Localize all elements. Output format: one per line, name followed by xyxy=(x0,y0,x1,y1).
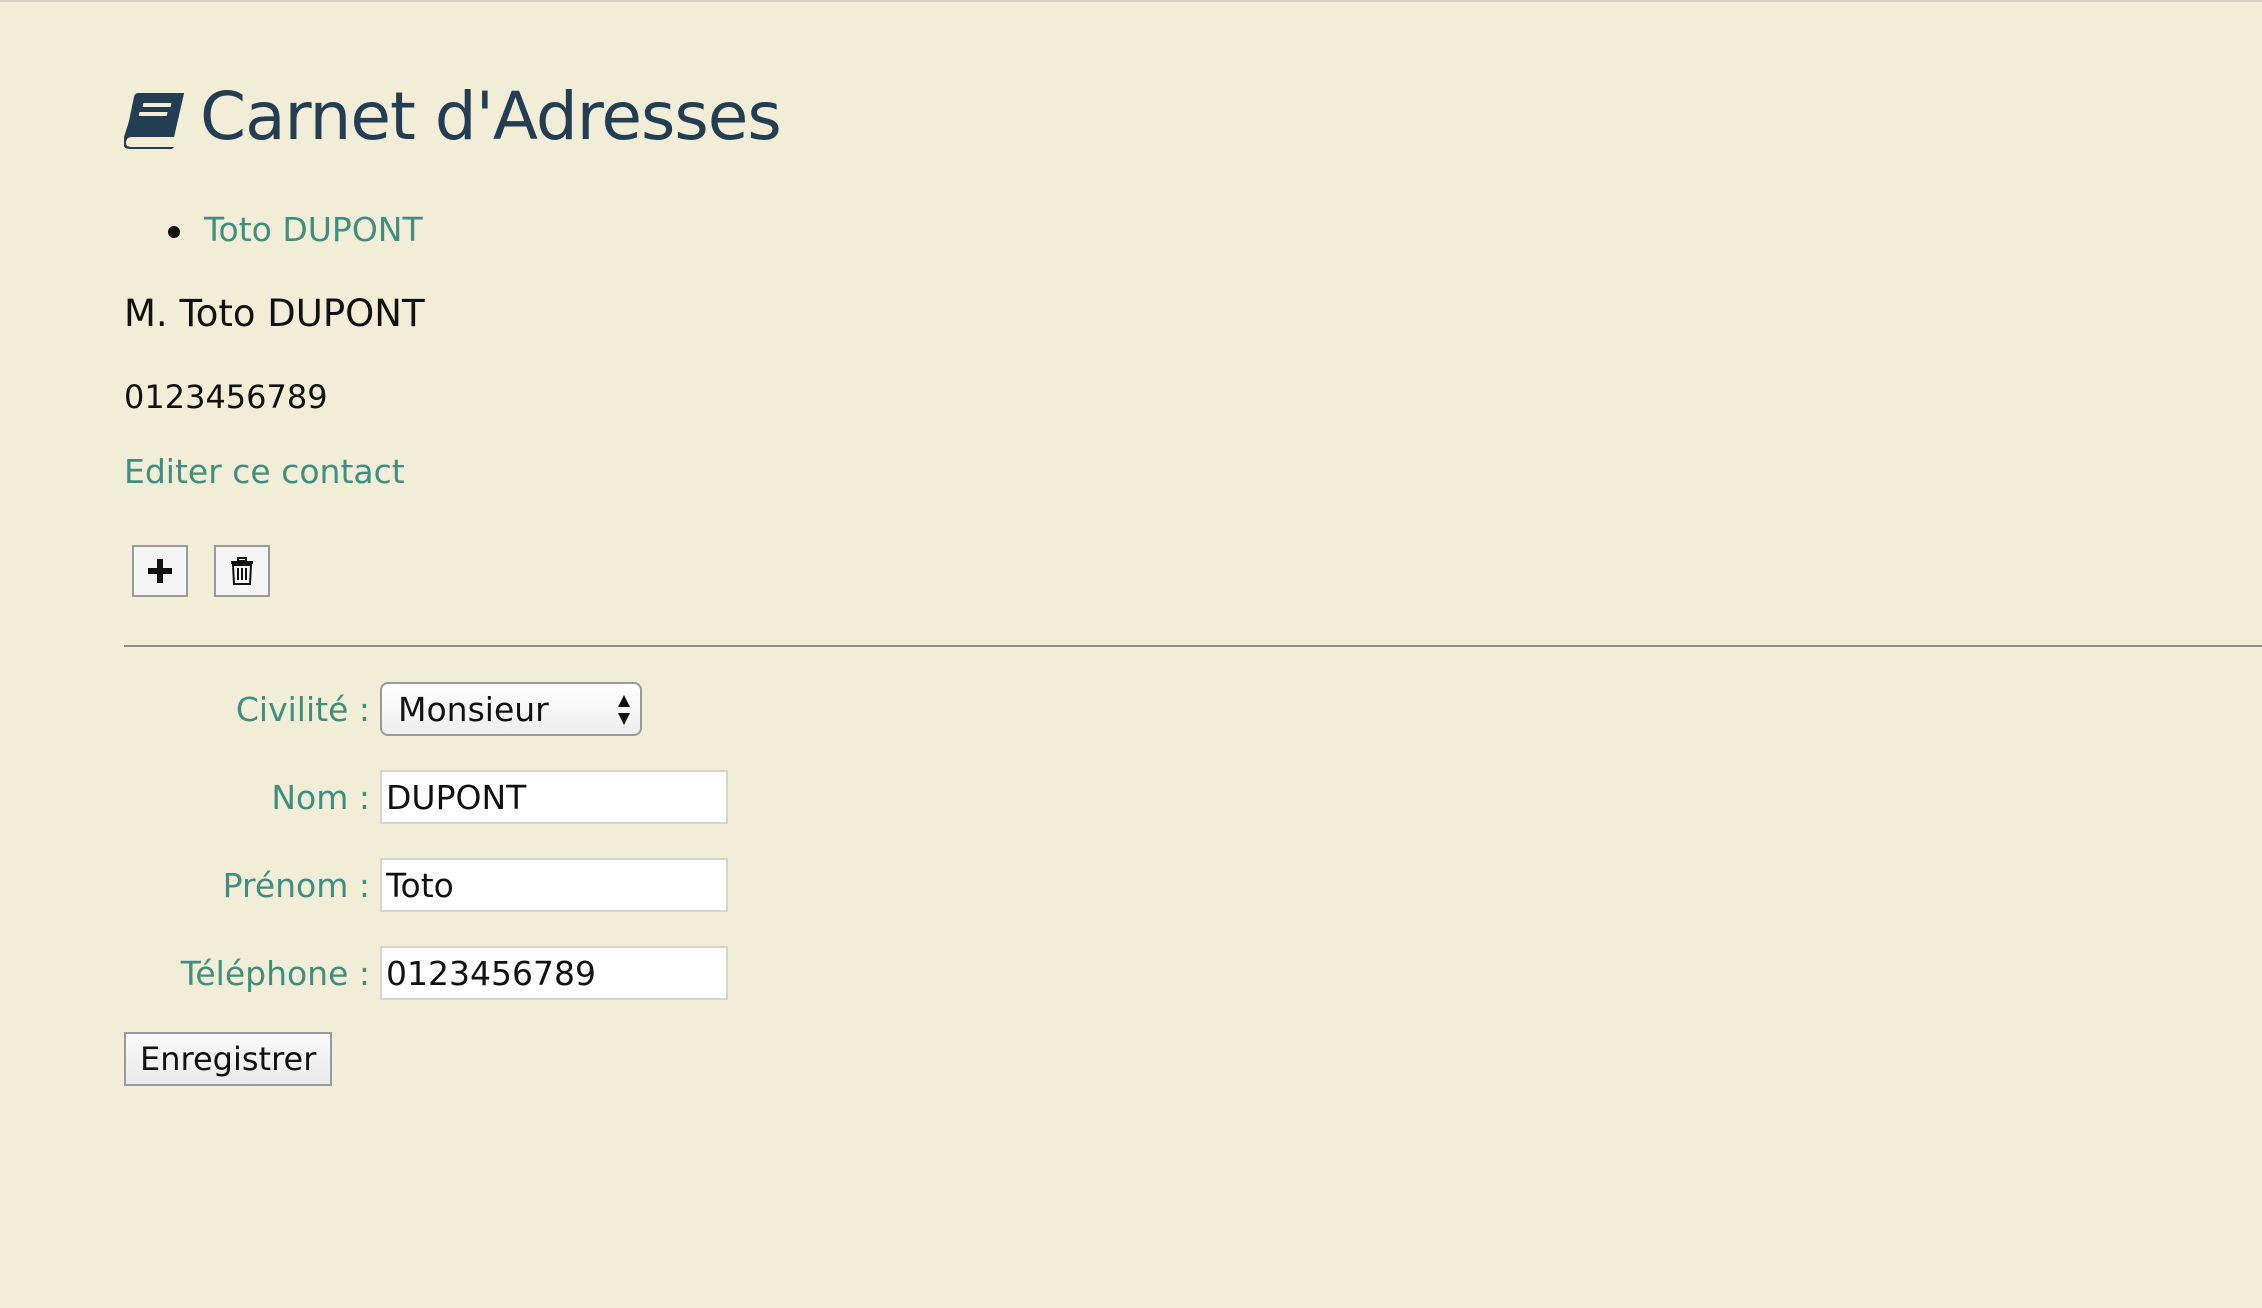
plus-icon xyxy=(148,559,172,583)
divider xyxy=(124,645,2262,647)
nom-label: Nom : xyxy=(271,777,370,817)
page-title: Carnet d'Adresses xyxy=(123,78,782,155)
civilite-row: Civilité : Monsieur xyxy=(124,682,642,736)
prenom-input[interactable] xyxy=(380,858,728,912)
contact-link[interactable]: Toto DUPONT xyxy=(204,210,423,249)
civilite-label: Civilité : xyxy=(235,689,370,729)
telephone-label: Téléphone : xyxy=(180,953,370,993)
prenom-label: Prénom : xyxy=(222,865,370,905)
book-icon xyxy=(123,88,186,149)
select-arrows-icon xyxy=(618,695,630,725)
nom-row: Nom : xyxy=(124,770,728,824)
trash-icon xyxy=(231,557,253,585)
add-contact-button[interactable] xyxy=(132,545,188,597)
civilite-select[interactable]: Monsieur xyxy=(380,682,642,736)
contact-list: Toto DUPONT xyxy=(124,206,423,254)
contact-name: M. Toto DUPONT xyxy=(124,292,425,335)
list-item: Toto DUPONT xyxy=(124,206,423,254)
page-title-text: Carnet d'Adresses xyxy=(200,78,782,155)
telephone-row: Téléphone : xyxy=(124,946,728,1000)
bullet-icon xyxy=(168,226,180,238)
prenom-row: Prénom : xyxy=(124,858,728,912)
contact-phone: 0123456789 xyxy=(124,378,328,416)
page: Carnet d'Adresses Toto DUPONT M. Toto DU… xyxy=(123,2,2262,1308)
save-button[interactable]: Enregistrer xyxy=(124,1032,333,1086)
edit-contact-link[interactable]: Editer ce contact xyxy=(124,452,405,491)
nom-input[interactable] xyxy=(380,770,728,824)
civilite-value: Monsieur xyxy=(398,689,549,729)
telephone-input[interactable] xyxy=(380,946,728,1000)
delete-contact-button[interactable] xyxy=(214,545,270,597)
